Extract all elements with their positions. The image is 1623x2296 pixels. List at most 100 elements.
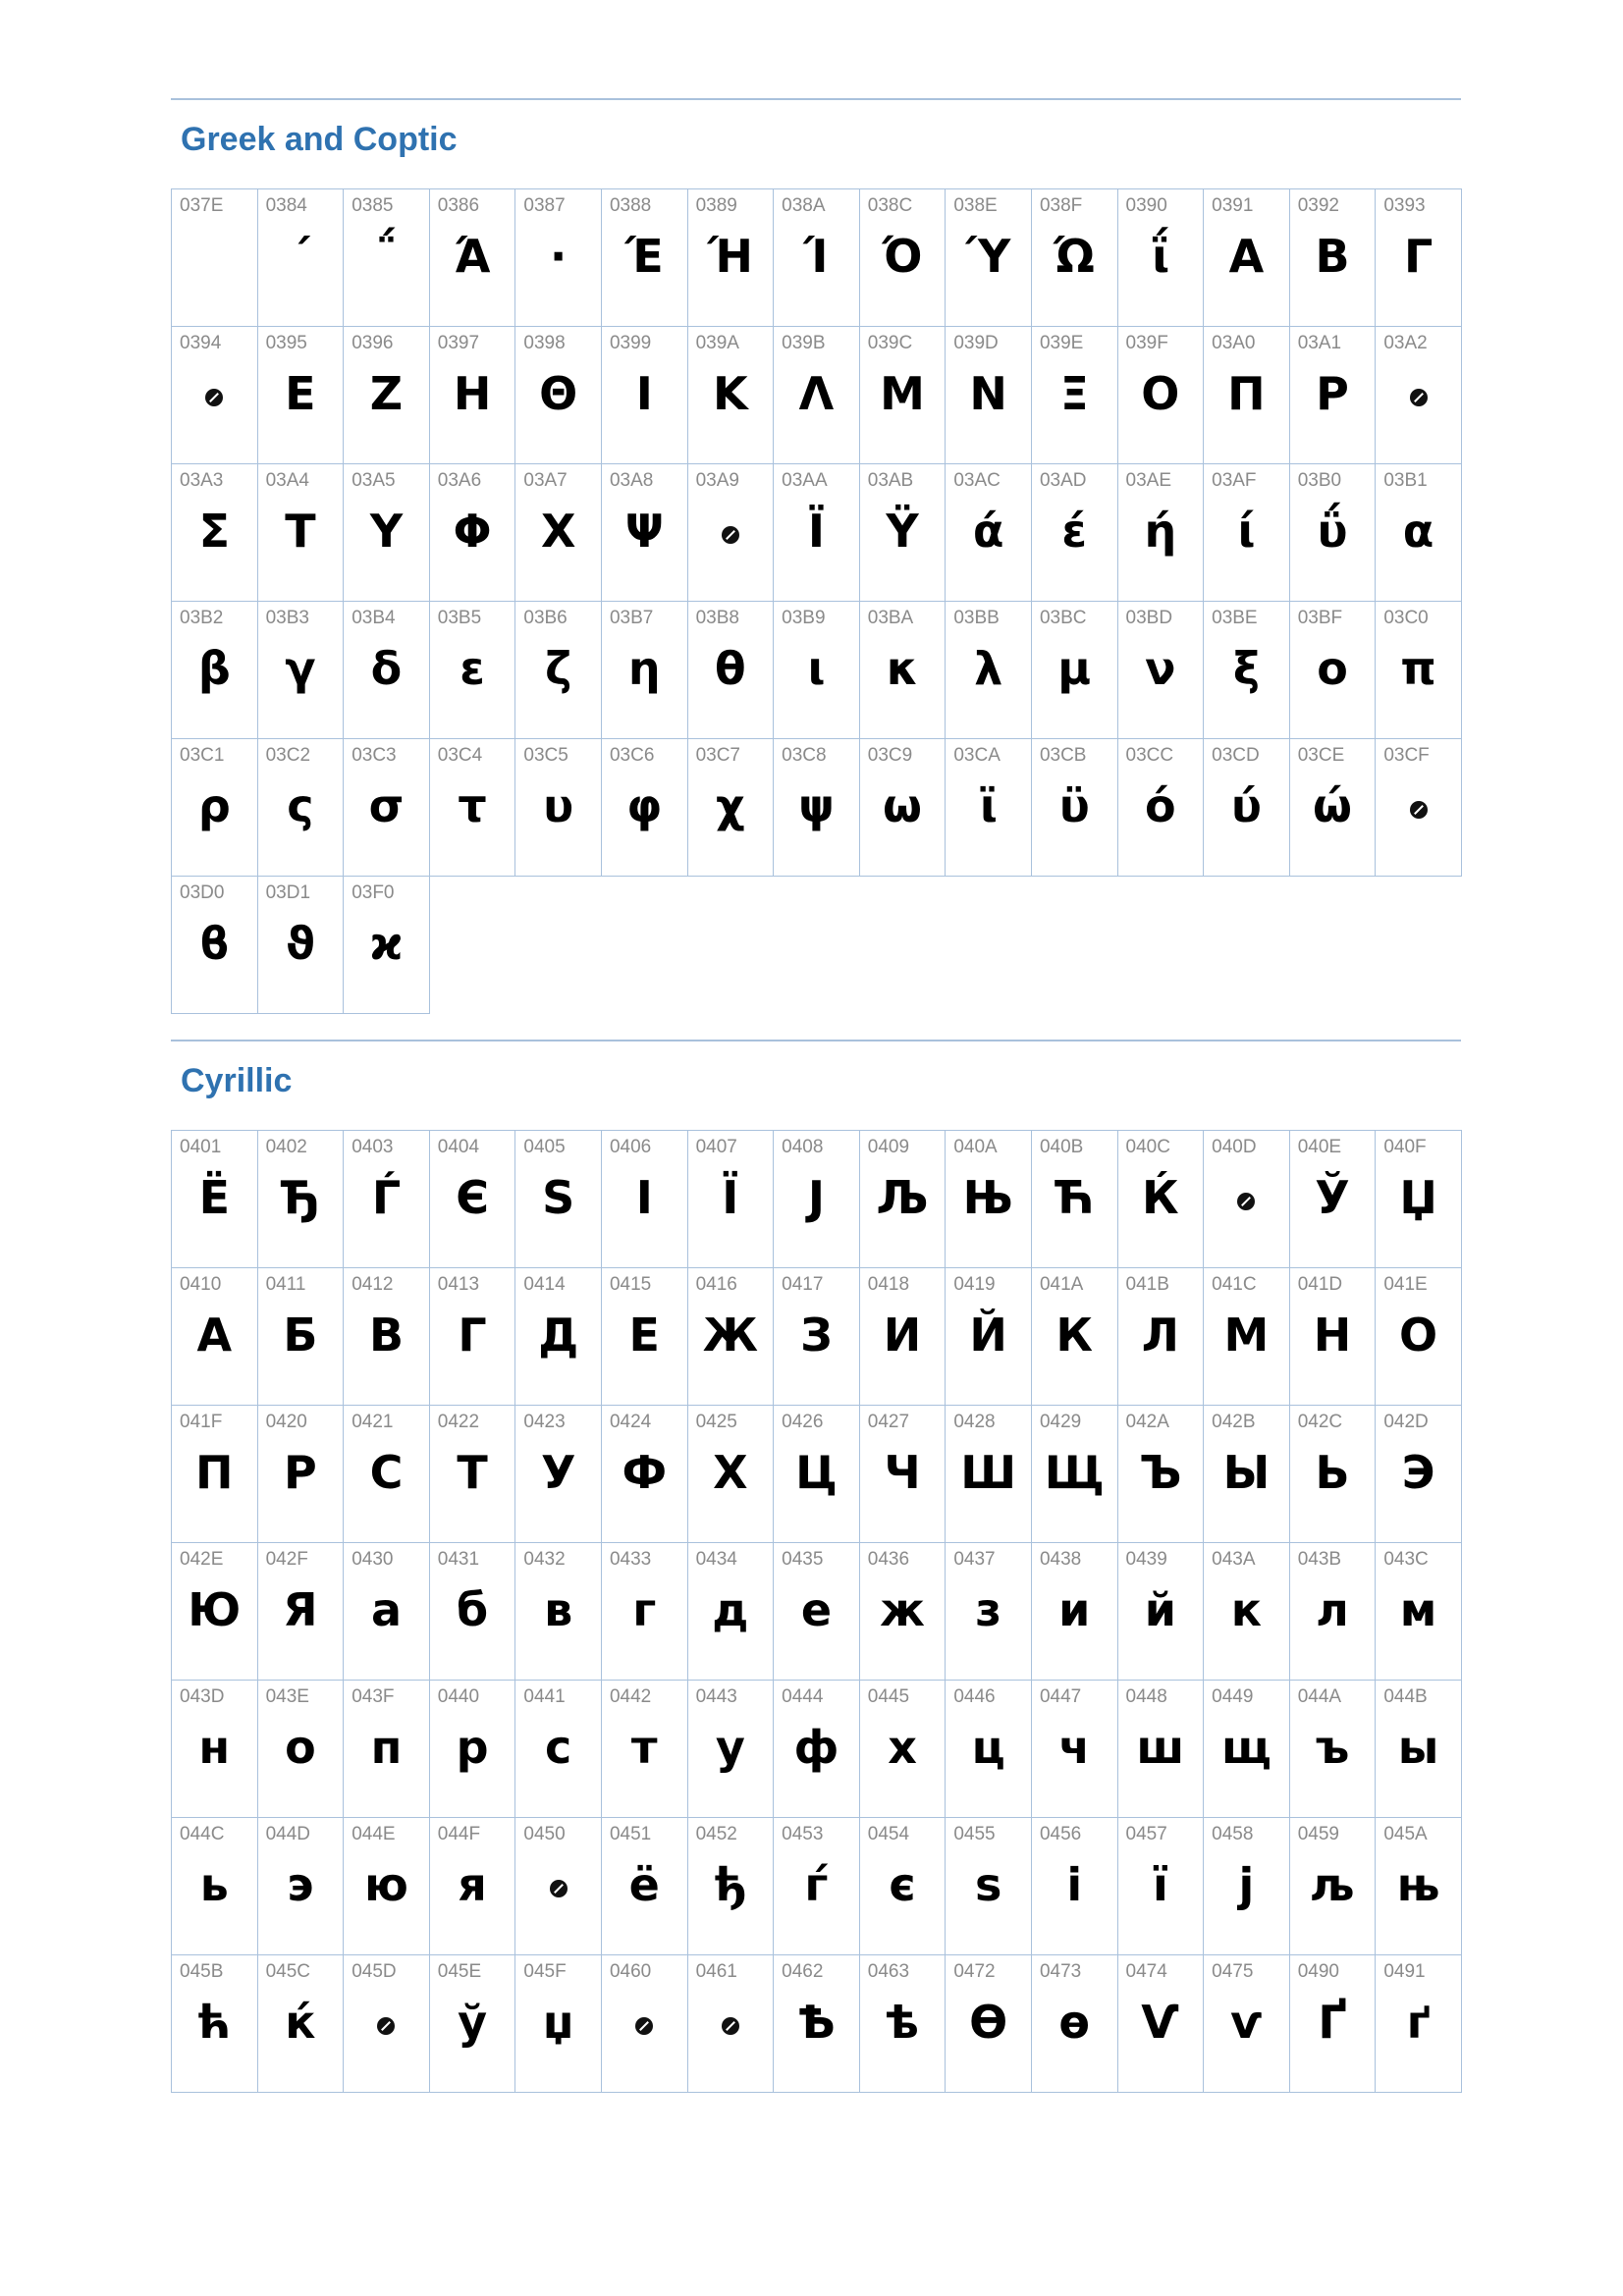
codepoint-label: 0393 xyxy=(1383,195,1426,216)
glyph-cell: 03AE ή xyxy=(1117,464,1205,602)
glyph-sample: Ї xyxy=(722,1171,739,1224)
glyph-sample: Ξ xyxy=(1059,367,1089,420)
codepoint-label: 0456 xyxy=(1039,1824,1082,1844)
glyph-cell: 042D Э xyxy=(1376,1406,1462,1543)
glyph-sample: π xyxy=(1400,642,1436,695)
codepoint-label: 0438 xyxy=(1039,1549,1082,1570)
missing-glyph-icon xyxy=(721,526,739,545)
glyph-sample: μ xyxy=(1057,642,1092,695)
glyph-cell: 0414 Д xyxy=(515,1268,602,1406)
codepoint-label: 0453 xyxy=(782,1824,824,1844)
glyph-sample: э xyxy=(287,1858,314,1911)
codepoint-label: 0448 xyxy=(1125,1686,1167,1707)
codepoint-label: 0461 xyxy=(695,1961,737,1982)
glyph-sample: ΅ xyxy=(374,230,398,283)
glyph-cell: 03C0 π xyxy=(1376,602,1462,739)
glyph-cell: 038E Ύ xyxy=(946,189,1032,327)
codepoint-label: 045E xyxy=(437,1961,482,1982)
glyph-sample: ι xyxy=(807,642,826,695)
codepoint-label: 03AD xyxy=(1039,470,1087,491)
glyph-sample: α xyxy=(1402,505,1434,558)
glyph-cell: 0405 Ѕ xyxy=(515,1131,602,1268)
codepoint-label: 0428 xyxy=(953,1412,996,1432)
glyph-sample: Ι xyxy=(635,367,653,420)
codepoint-label: 03A5 xyxy=(352,470,396,491)
glyph-sample: ї xyxy=(1152,1858,1168,1911)
glyph-cell: 0448 ш xyxy=(1117,1681,1205,1818)
glyph-grid: 037E 0384 ΄ 0385 ΅ 0386 Ά 0387 · 0388 Έ 0389 Ή 038A Ί 0… xyxy=(171,188,1462,1014)
glyph-cell: 03C8 ψ xyxy=(774,739,860,877)
glyph-sample: К xyxy=(1055,1308,1094,1362)
glyph-cell: 0459 љ xyxy=(1289,1818,1377,1955)
glyph-sample: н xyxy=(198,1721,231,1774)
glyph-sample: ψ xyxy=(798,779,835,832)
glyph-cell: 03B8 θ xyxy=(687,602,775,739)
glyph-cell: 041D Н xyxy=(1289,1268,1377,1406)
glyph-sample: κ xyxy=(886,642,919,695)
glyph-sample: ђ xyxy=(714,1858,747,1911)
glyph-sample: Ј xyxy=(807,1171,826,1224)
codepoint-label: 0433 xyxy=(609,1549,652,1570)
codepoint-label: 0389 xyxy=(695,195,737,216)
glyph-cell: 0457 ї xyxy=(1117,1818,1205,1955)
codepoint-label: 040C xyxy=(1125,1137,1170,1157)
glyph-cell: 045A њ xyxy=(1376,1818,1462,1955)
glyph-sample: ч xyxy=(1058,1721,1091,1774)
glyph-sample: Я xyxy=(283,1583,318,1636)
glyph-sample: г xyxy=(632,1583,657,1636)
glyph-sample: в xyxy=(544,1583,573,1636)
section-title: Cyrillic xyxy=(181,1062,293,1099)
codepoint-label: 045B xyxy=(180,1961,224,1982)
glyph-sample: Ж xyxy=(702,1308,759,1362)
glyph-sample: О xyxy=(1399,1308,1438,1362)
codepoint-label: 03AA xyxy=(782,470,828,491)
glyph-cell: 0445 х xyxy=(859,1681,947,1818)
glyph-sample: С xyxy=(369,1446,404,1499)
codepoint-label: 0450 xyxy=(523,1824,566,1844)
codepoint-label: 044B xyxy=(1383,1686,1428,1707)
glyph-cell: 0407 Ї xyxy=(687,1131,775,1268)
glyph-cell: 0463 ѣ xyxy=(859,1955,947,2093)
glyph-cell: 03A6 Φ xyxy=(429,464,516,602)
glyph-sample: З xyxy=(800,1308,833,1362)
codepoint-label: 03A8 xyxy=(609,470,654,491)
glyph-sample: ϐ xyxy=(199,917,230,970)
codepoint-label: 0394 xyxy=(180,333,222,353)
glyph-cell: 040D xyxy=(1204,1131,1290,1268)
codepoint-label: 0431 xyxy=(437,1549,480,1570)
glyph-cell: 0456 і xyxy=(1031,1818,1118,1955)
glyph-sample: Ъ xyxy=(1139,1446,1182,1499)
glyph-cell: 03C5 υ xyxy=(515,739,602,877)
codepoint-label: 03BC xyxy=(1039,608,1087,628)
glyph-sample: ш xyxy=(1136,1721,1185,1774)
glyph-cell: 0447 ч xyxy=(1031,1681,1118,1818)
glyph-cell: 03CA ϊ xyxy=(946,739,1032,877)
glyph-cell: 03B7 η xyxy=(601,602,688,739)
glyph-sample: Ѣ xyxy=(797,1996,836,2049)
glyph-cell: 044D э xyxy=(257,1818,345,1955)
glyph-cell: 045D xyxy=(344,1955,430,2093)
codepoint-label: 0406 xyxy=(609,1137,652,1157)
glyph-sample: Ф xyxy=(622,1446,668,1499)
glyph-sample: Ќ xyxy=(1142,1171,1179,1224)
codepoint-label: 0407 xyxy=(695,1137,737,1157)
codepoint-label: 0409 xyxy=(867,1137,910,1157)
glyph-sample: і xyxy=(1066,1858,1083,1911)
codepoint-label: 03C3 xyxy=(352,745,397,766)
glyph-sample: д xyxy=(712,1583,749,1636)
glyph-sample: Ѕ xyxy=(542,1171,575,1224)
glyph-cell: 0421 С xyxy=(344,1406,430,1543)
glyph-sample: ѓ xyxy=(804,1858,829,1911)
glyph-cell: 0429 Щ xyxy=(1031,1406,1118,1543)
glyph-sample: з xyxy=(975,1583,1001,1636)
glyph-cell: 0399 Ι xyxy=(601,327,688,464)
glyph-sample: φ xyxy=(626,779,663,832)
glyph-sample: τ xyxy=(458,779,487,832)
glyph-sample: Ν xyxy=(969,367,1007,420)
glyph-cell: 040E Ў xyxy=(1289,1131,1377,1268)
glyph-cell: 03A0 Π xyxy=(1204,327,1290,464)
codepoint-label: 039A xyxy=(695,333,739,353)
glyph-cell: 041B Л xyxy=(1117,1268,1205,1406)
glyph-cell: 0422 Т xyxy=(429,1406,516,1543)
codepoint-label: 0384 xyxy=(265,195,307,216)
